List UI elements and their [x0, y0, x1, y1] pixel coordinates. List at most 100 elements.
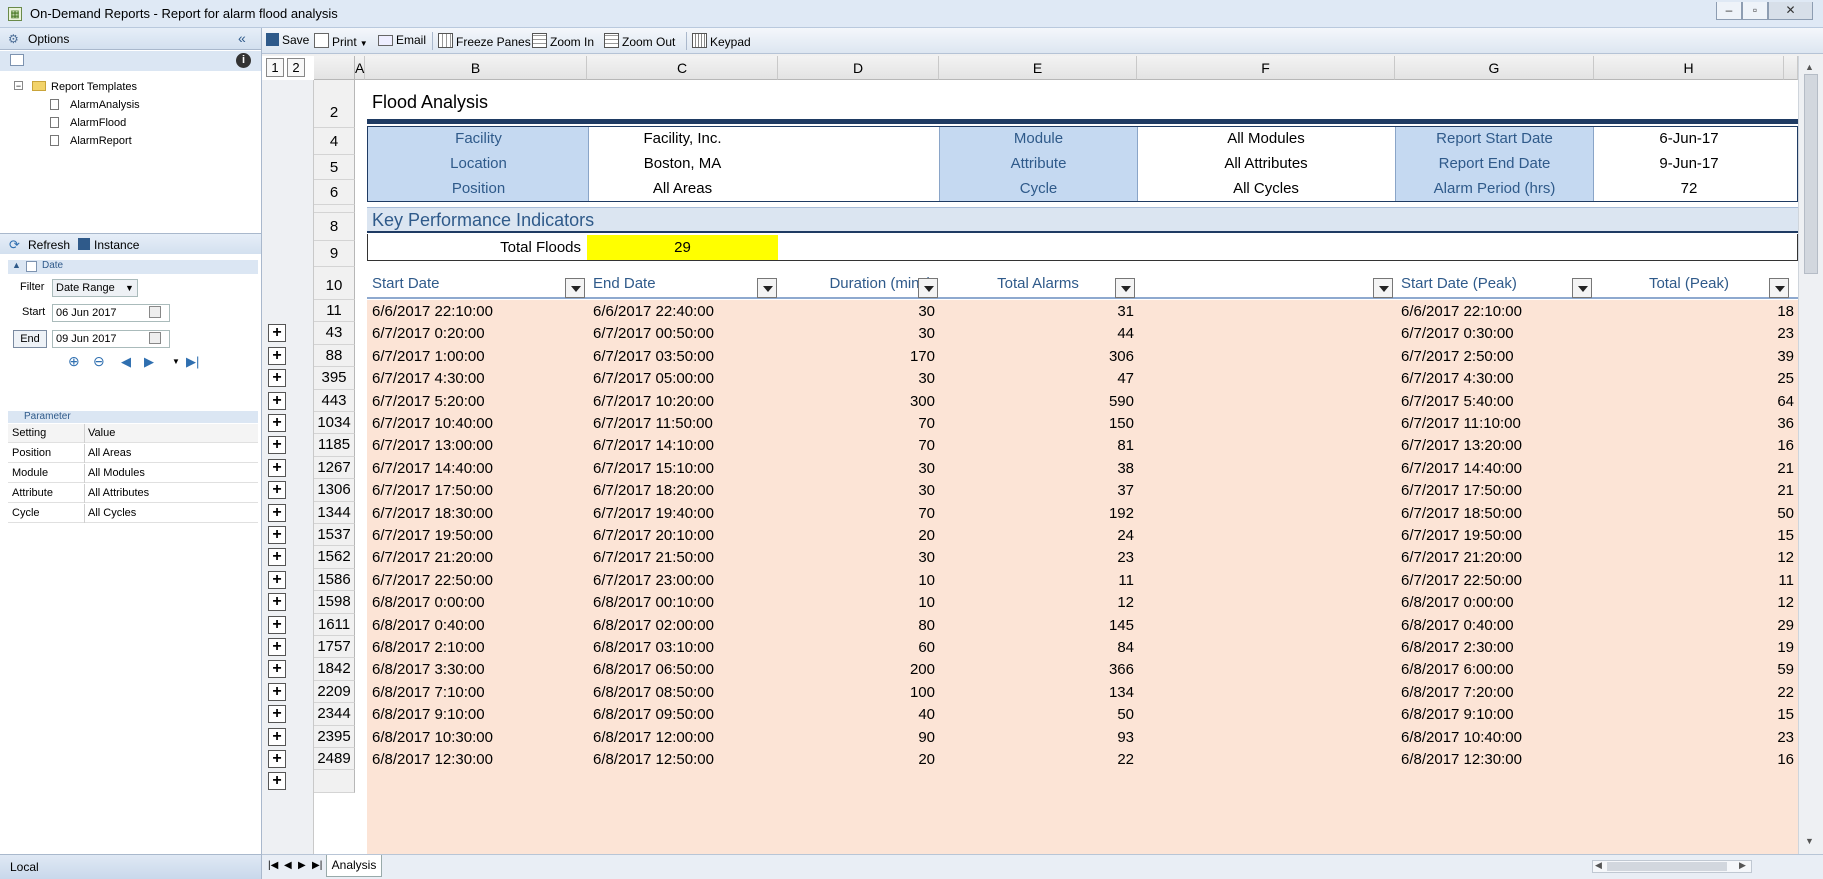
start-date-peak-cell[interactable]: 6/8/2017 12:30:00: [1401, 751, 1591, 768]
row-header[interactable]: 43: [314, 322, 355, 345]
duration-filter-dropdown[interactable]: [918, 278, 938, 298]
end-date-field[interactable]: 09 Jun 2017: [52, 330, 170, 348]
scroll-left-icon[interactable]: ◀: [1595, 860, 1602, 871]
start-date-peak-cell[interactable]: 6/7/2017 13:20:00: [1401, 437, 1591, 454]
total-peak-cell[interactable]: 25: [1594, 370, 1794, 387]
total-peak-cell[interactable]: 23: [1594, 729, 1794, 746]
start-date-cell[interactable]: 6/8/2017 3:30:00: [372, 661, 582, 678]
start-date-peak-cell[interactable]: 6/7/2017 19:50:00: [1401, 527, 1591, 544]
total-alarms-cell[interactable]: 44: [939, 325, 1134, 342]
parameter-row[interactable]: Cycle All Cycles: [8, 504, 258, 523]
start-date-peak-cell[interactable]: 6/7/2017 21:20:00: [1401, 549, 1591, 566]
expand-group-button[interactable]: +: [268, 369, 286, 388]
expand-group-button[interactable]: +: [268, 660, 286, 679]
start-date-peak-cell[interactable]: 6/7/2017 18:50:00: [1401, 505, 1591, 522]
total-peak-cell[interactable]: 50: [1594, 505, 1794, 522]
duration-cell[interactable]: 300: [778, 393, 935, 410]
expand-group-button[interactable]: +: [268, 391, 286, 410]
start-date-field[interactable]: 06 Jun 2017: [52, 304, 170, 322]
email-button[interactable]: Email: [378, 33, 426, 47]
total-alarms-filter-dropdown[interactable]: [1115, 278, 1135, 298]
start-date-cell[interactable]: 6/8/2017 0:40:00: [372, 617, 582, 634]
tree-item-alarmanalysis[interactable]: AlarmAnalysis: [70, 99, 140, 111]
duration-cell[interactable]: 20: [778, 751, 935, 768]
parameter-row[interactable]: Attribute All Attributes: [8, 484, 258, 503]
total-alarms-cell[interactable]: 23: [939, 549, 1134, 566]
tree-item-alarmflood[interactable]: AlarmFlood: [70, 117, 126, 129]
start-date-peak-cell[interactable]: 6/7/2017 14:40:00: [1401, 460, 1591, 477]
duration-cell[interactable]: 70: [778, 437, 935, 454]
duration-cell[interactable]: 100: [778, 684, 935, 701]
row-header[interactable]: 1344: [314, 501, 355, 524]
start-date-peak-cell[interactable]: 6/7/2017 11:10:00: [1401, 415, 1591, 432]
calendar-picker-icon[interactable]: [149, 332, 161, 344]
row-header[interactable]: [314, 205, 355, 213]
total-alarms-cell[interactable]: 81: [939, 437, 1134, 454]
zoom-in-icon[interactable]: ⊕: [68, 353, 80, 370]
start-date-cell[interactable]: 6/7/2017 5:20:00: [372, 393, 582, 410]
next-sheet-icon[interactable]: ▶: [298, 860, 306, 871]
row-header[interactable]: 2209: [314, 680, 355, 704]
row-header[interactable]: 1611: [314, 613, 355, 636]
end-date-cell[interactable]: 6/8/2017 09:50:00: [593, 706, 773, 723]
row-header[interactable]: 443: [314, 389, 355, 412]
row-header[interactable]: 395: [314, 367, 355, 390]
duration-cell[interactable]: 200: [778, 661, 935, 678]
row-header[interactable]: 1537: [314, 524, 355, 547]
column-header-h[interactable]: H: [1594, 56, 1784, 80]
hscroll-thumb[interactable]: [1607, 862, 1727, 871]
total-alarms-cell[interactable]: 84: [939, 639, 1134, 656]
row-header[interactable]: 1842: [314, 658, 355, 681]
start-date-peak-cell[interactable]: 6/8/2017 0:40:00: [1401, 617, 1591, 634]
start-date-cell[interactable]: 6/6/2017 22:10:00: [372, 303, 582, 320]
expand-group-button[interactable]: +: [268, 503, 286, 522]
total-alarms-cell[interactable]: 306: [939, 348, 1134, 365]
start-date-peak-cell[interactable]: 6/6/2017 22:10:00: [1401, 303, 1591, 320]
total-peak-filter-dropdown[interactable]: [1769, 278, 1789, 298]
row-header[interactable]: 1562: [314, 546, 355, 569]
instance-button[interactable]: Instance: [94, 238, 139, 252]
start-date-cell[interactable]: 6/7/2017 1:00:00: [372, 348, 582, 365]
duration-cell[interactable]: 30: [778, 325, 935, 342]
start-date-peak-cell[interactable]: 6/7/2017 17:50:00: [1401, 482, 1591, 499]
start-date-filter-dropdown[interactable]: [565, 278, 585, 298]
expand-group-button[interactable]: +: [268, 638, 286, 656]
duration-cell[interactable]: 10: [778, 572, 935, 589]
zoom-out-icon[interactable]: ⊖: [93, 353, 105, 370]
end-date-cell[interactable]: 6/7/2017 15:10:00: [593, 460, 773, 477]
column-header-e[interactable]: E: [939, 56, 1137, 80]
minimize-button[interactable]: –: [1716, 2, 1742, 20]
scroll-down-icon[interactable]: ▼: [1805, 836, 1814, 846]
tree-item-alarmreport[interactable]: AlarmReport: [70, 135, 132, 147]
collapse-panel-icon[interactable]: «: [238, 30, 246, 46]
horizontal-scrollbar[interactable]: ◀ ▶: [1592, 860, 1752, 873]
vertical-scrollbar[interactable]: ▲ ▼: [1798, 56, 1823, 854]
start-date-cell[interactable]: 6/7/2017 13:00:00: [372, 437, 582, 454]
total-alarms-cell[interactable]: 37: [939, 482, 1134, 499]
column-f-filter-dropdown[interactable]: [1373, 278, 1393, 298]
start-date-cell[interactable]: 6/7/2017 19:50:00: [372, 527, 582, 544]
start-date-peak-cell[interactable]: 6/8/2017 7:20:00: [1401, 684, 1591, 701]
row-header[interactable]: 9: [314, 241, 355, 267]
column-header-f[interactable]: F: [1137, 56, 1395, 80]
duration-cell[interactable]: 90: [778, 729, 935, 746]
start-date-peak-cell[interactable]: 6/7/2017 22:50:00: [1401, 572, 1591, 589]
row-header[interactable]: 1306: [314, 479, 355, 502]
end-date-cell[interactable]: 6/8/2017 06:50:00: [593, 661, 773, 678]
expand-group-button[interactable]: +: [268, 436, 286, 455]
duration-cell[interactable]: 10: [778, 594, 935, 611]
total-peak-cell[interactable]: 64: [1594, 393, 1794, 410]
column-header-a[interactable]: A: [355, 56, 365, 80]
start-date-cell[interactable]: 6/7/2017 10:40:00: [372, 415, 582, 432]
end-date-filter-dropdown[interactable]: [757, 278, 777, 298]
duration-cell[interactable]: 20: [778, 527, 935, 544]
column-header-d[interactable]: D: [778, 56, 939, 80]
duration-cell[interactable]: 170: [778, 348, 935, 365]
keypad-button[interactable]: Keypad: [692, 33, 751, 49]
row-header[interactable]: 6: [314, 180, 355, 205]
start-date-cell[interactable]: 6/7/2017 22:50:00: [372, 572, 582, 589]
total-peak-cell[interactable]: 16: [1594, 751, 1794, 768]
column-header-c[interactable]: C: [587, 56, 778, 80]
total-peak-cell[interactable]: 19: [1594, 639, 1794, 656]
duration-cell[interactable]: 70: [778, 415, 935, 432]
